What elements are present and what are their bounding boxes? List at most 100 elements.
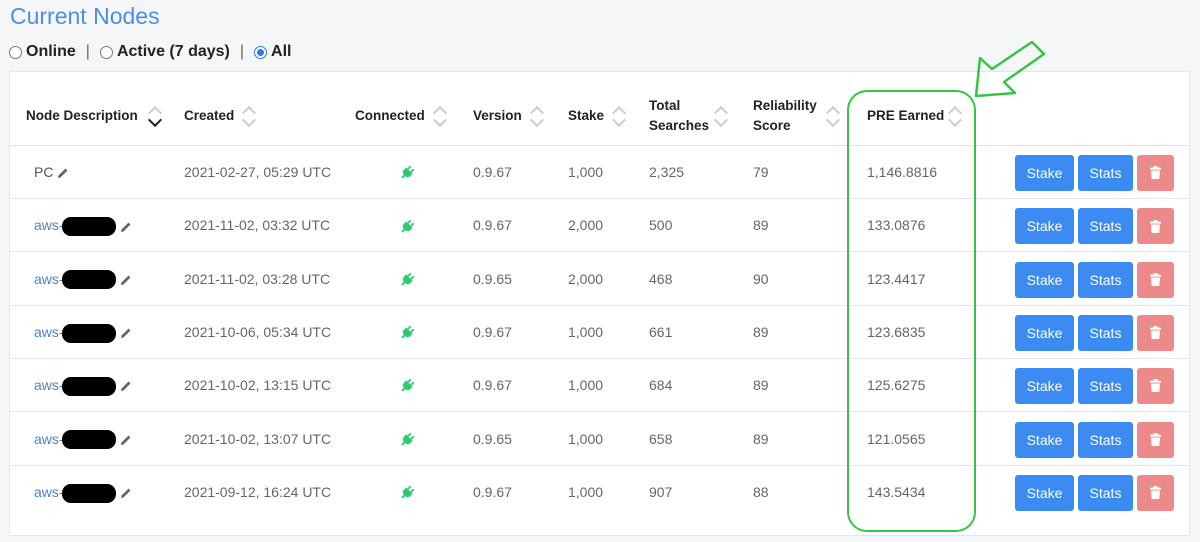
radio-all[interactable] bbox=[254, 45, 268, 59]
radio-online[interactable] bbox=[9, 45, 22, 59]
header-connected[interactable]: Connected bbox=[355, 106, 425, 126]
radio-active[interactable] bbox=[99, 45, 113, 59]
stats-button[interactable]: Stats bbox=[1078, 314, 1133, 351]
header-reliability-score[interactable]: Reliability Score bbox=[753, 96, 817, 136]
pencil-icon[interactable] bbox=[57, 167, 69, 179]
filter-online[interactable]: Online bbox=[9, 43, 76, 61]
stake-cell: 1,000 bbox=[568, 164, 604, 180]
plug-icon bbox=[401, 432, 415, 446]
sort-icon[interactable] bbox=[825, 104, 841, 130]
node-name-link[interactable]: aws- bbox=[34, 484, 64, 500]
node-name-link[interactable]: PC bbox=[34, 164, 53, 180]
stake-cell: 1,000 bbox=[568, 430, 604, 447]
header-created[interactable]: Created bbox=[184, 106, 234, 126]
stake-button[interactable]: Stake bbox=[1015, 261, 1074, 298]
sort-icon[interactable] bbox=[947, 104, 963, 130]
page-title: Current Nodes bbox=[10, 3, 160, 29]
table-row: aws- 2021-10-02, 13:07 UTC 0.9.65 1,000 … bbox=[10, 413, 1189, 466]
created-cell: 2021-11-02, 03:28 UTC bbox=[184, 270, 331, 287]
stats-button[interactable]: Stats bbox=[1078, 155, 1133, 191]
nodes-table-card: Node Description Created Connected Versi… bbox=[9, 71, 1190, 536]
stake-cell: 1,000 bbox=[568, 323, 604, 340]
node-name-link[interactable]: aws- bbox=[34, 431, 64, 447]
arrow-icon bbox=[974, 40, 1046, 98]
trash-icon bbox=[1150, 379, 1161, 393]
node-description-cell: aws- bbox=[34, 359, 132, 412]
connected-cell bbox=[399, 359, 415, 412]
pencil-icon[interactable] bbox=[120, 221, 132, 233]
searches-cell: 907 bbox=[649, 483, 673, 500]
pre-earned-cell: 123.4417 bbox=[867, 270, 926, 287]
reliability-cell: 90 bbox=[753, 270, 769, 287]
delete-button[interactable] bbox=[1137, 474, 1174, 511]
header-stake[interactable]: Stake bbox=[568, 106, 604, 126]
delete-button[interactable] bbox=[1137, 368, 1174, 405]
pre-earned-cell: 121.0565 bbox=[867, 430, 926, 447]
stake-button[interactable]: Stake bbox=[1015, 155, 1074, 191]
version-cell: 0.9.67 bbox=[473, 323, 512, 340]
sort-icon[interactable] bbox=[611, 104, 627, 130]
node-description-cell: aws- bbox=[34, 199, 132, 252]
redacted-name bbox=[61, 270, 116, 290]
delete-button[interactable] bbox=[1137, 421, 1174, 458]
connected-cell bbox=[399, 199, 415, 252]
created-cell: 2021-02-27, 05:29 UTC bbox=[184, 164, 332, 180]
filter-all[interactable]: All bbox=[254, 43, 291, 61]
sort-icon[interactable] bbox=[241, 104, 257, 130]
redacted-name bbox=[61, 483, 116, 503]
pencil-icon[interactable] bbox=[120, 434, 132, 446]
filter-separator: | bbox=[239, 43, 245, 60]
stake-button[interactable]: Stake bbox=[1015, 421, 1074, 458]
stake-cell: 2,000 bbox=[568, 217, 604, 234]
header-node-description[interactable]: Node Description bbox=[26, 106, 138, 126]
pencil-icon[interactable] bbox=[120, 274, 132, 286]
connected-cell bbox=[399, 253, 415, 306]
trash-icon bbox=[1150, 486, 1161, 500]
node-name-link[interactable]: aws- bbox=[34, 324, 64, 340]
stats-button[interactable]: Stats bbox=[1078, 208, 1133, 245]
delete-button[interactable] bbox=[1137, 208, 1174, 245]
delete-button[interactable] bbox=[1137, 314, 1174, 351]
node-description-cell: aws- bbox=[34, 306, 132, 359]
table-row: aws- 2021-11-02, 03:32 UTC 0.9.67 2,000 … bbox=[10, 199, 1189, 253]
stats-button[interactable]: Stats bbox=[1078, 474, 1133, 511]
stake-button[interactable]: Stake bbox=[1015, 474, 1074, 511]
created-cell: 2021-10-02, 13:07 UTC bbox=[184, 430, 332, 447]
delete-button[interactable] bbox=[1137, 261, 1174, 298]
pre-earned-cell: 133.0876 bbox=[867, 217, 926, 234]
node-name-link[interactable]: aws- bbox=[34, 271, 64, 287]
stats-button[interactable]: Stats bbox=[1078, 368, 1133, 405]
version-cell: 0.9.65 bbox=[473, 430, 512, 447]
connected-cell bbox=[399, 306, 415, 359]
header-version[interactable]: Version bbox=[473, 106, 522, 126]
sort-icon[interactable] bbox=[713, 104, 729, 130]
stake-button[interactable]: Stake bbox=[1015, 314, 1074, 351]
stats-button[interactable]: Stats bbox=[1078, 261, 1133, 298]
pencil-icon[interactable] bbox=[120, 487, 132, 499]
reliability-cell: 89 bbox=[753, 323, 769, 340]
sort-desc-icon[interactable] bbox=[147, 104, 163, 130]
pencil-icon[interactable] bbox=[120, 380, 132, 392]
created-cell: 2021-10-06, 05:34 UTC bbox=[184, 323, 332, 340]
header-pre-earned[interactable]: PRE Earned bbox=[867, 106, 944, 126]
pencil-icon[interactable] bbox=[120, 327, 132, 339]
node-description-cell: aws- bbox=[34, 413, 132, 466]
trash-icon bbox=[1150, 432, 1161, 446]
node-description-cell: aws- bbox=[34, 253, 132, 306]
delete-button[interactable] bbox=[1137, 155, 1174, 191]
node-name-link[interactable]: aws- bbox=[34, 217, 64, 233]
stake-button[interactable]: Stake bbox=[1015, 208, 1074, 245]
sort-icon[interactable] bbox=[529, 104, 545, 130]
node-description-cell: PC bbox=[34, 146, 69, 199]
reliability-cell: 89 bbox=[753, 377, 769, 394]
stake-button[interactable]: Stake bbox=[1015, 368, 1074, 405]
sort-icon[interactable] bbox=[432, 104, 448, 130]
redacted-name bbox=[61, 323, 116, 343]
filter-active[interactable]: Active (7 days) bbox=[99, 43, 230, 61]
stake-cell: 2,000 bbox=[568, 270, 604, 287]
node-name-link[interactable]: aws- bbox=[34, 377, 64, 393]
trash-icon bbox=[1150, 219, 1161, 233]
stats-button[interactable]: Stats bbox=[1078, 421, 1133, 458]
connected-cell bbox=[399, 466, 415, 519]
header-total-searches[interactable]: Total Searches bbox=[649, 96, 709, 136]
